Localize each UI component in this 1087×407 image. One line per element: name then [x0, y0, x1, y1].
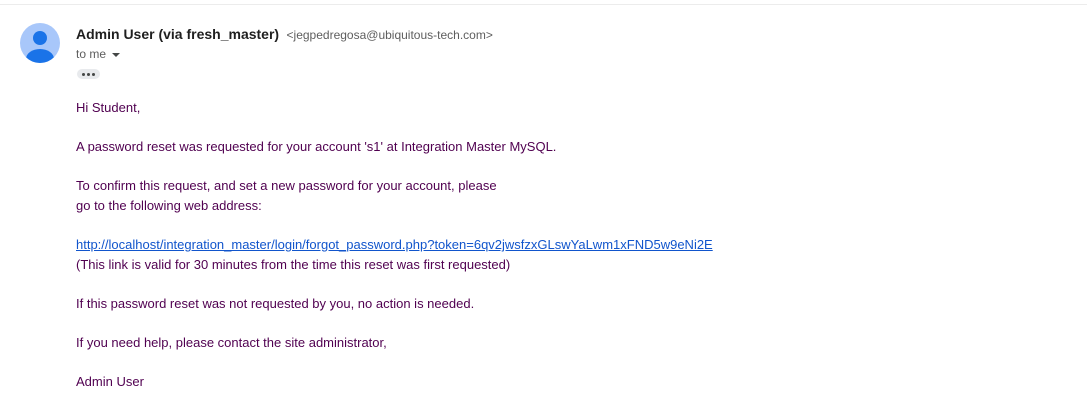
ellipsis-icon [82, 72, 85, 76]
body-paragraph: To confirm this request, and set a new p… [76, 178, 497, 193]
reset-password-link[interactable]: http://localhost/integration_master/logi… [76, 237, 713, 252]
link-note: (This link is valid for 30 minutes from … [76, 257, 511, 272]
body-paragraph: If you need help, please contact the sit… [76, 335, 387, 350]
show-trimmed-content-button[interactable] [77, 69, 100, 79]
person-icon [26, 31, 54, 63]
body-paragraph: If this password reset was not requested… [76, 296, 475, 311]
sender-email: <jegpedregosa@ubiquitous-tech.com> [286, 28, 493, 42]
body-paragraph: go to the following web address: [76, 198, 262, 213]
greeting: Hi Student, [76, 100, 141, 115]
signature: Admin User [76, 374, 144, 389]
recipient-label: to me [76, 47, 107, 61]
divider [0, 4, 1087, 5]
recipient-dropdown[interactable]: to me [76, 46, 136, 62]
reset-link-line: http://localhost/integration_master/logi… [76, 235, 1076, 255]
caret-down-icon [112, 52, 121, 57]
body-paragraph: A password reset was requested for your … [76, 139, 557, 154]
email-message-view: Admin User (via fresh_master) <jegpedreg… [0, 0, 1087, 407]
sender-avatar[interactable] [20, 23, 60, 63]
email-header: Admin User (via fresh_master) <jegpedreg… [76, 25, 1056, 62]
ellipsis-icon [92, 72, 95, 76]
email-body: Hi Student, A password reset was request… [76, 98, 1076, 392]
ellipsis-icon [87, 72, 90, 76]
sender-line: Admin User (via fresh_master) <jegpedreg… [76, 25, 1056, 43]
sender-name[interactable]: Admin User (via fresh_master) [76, 26, 279, 42]
